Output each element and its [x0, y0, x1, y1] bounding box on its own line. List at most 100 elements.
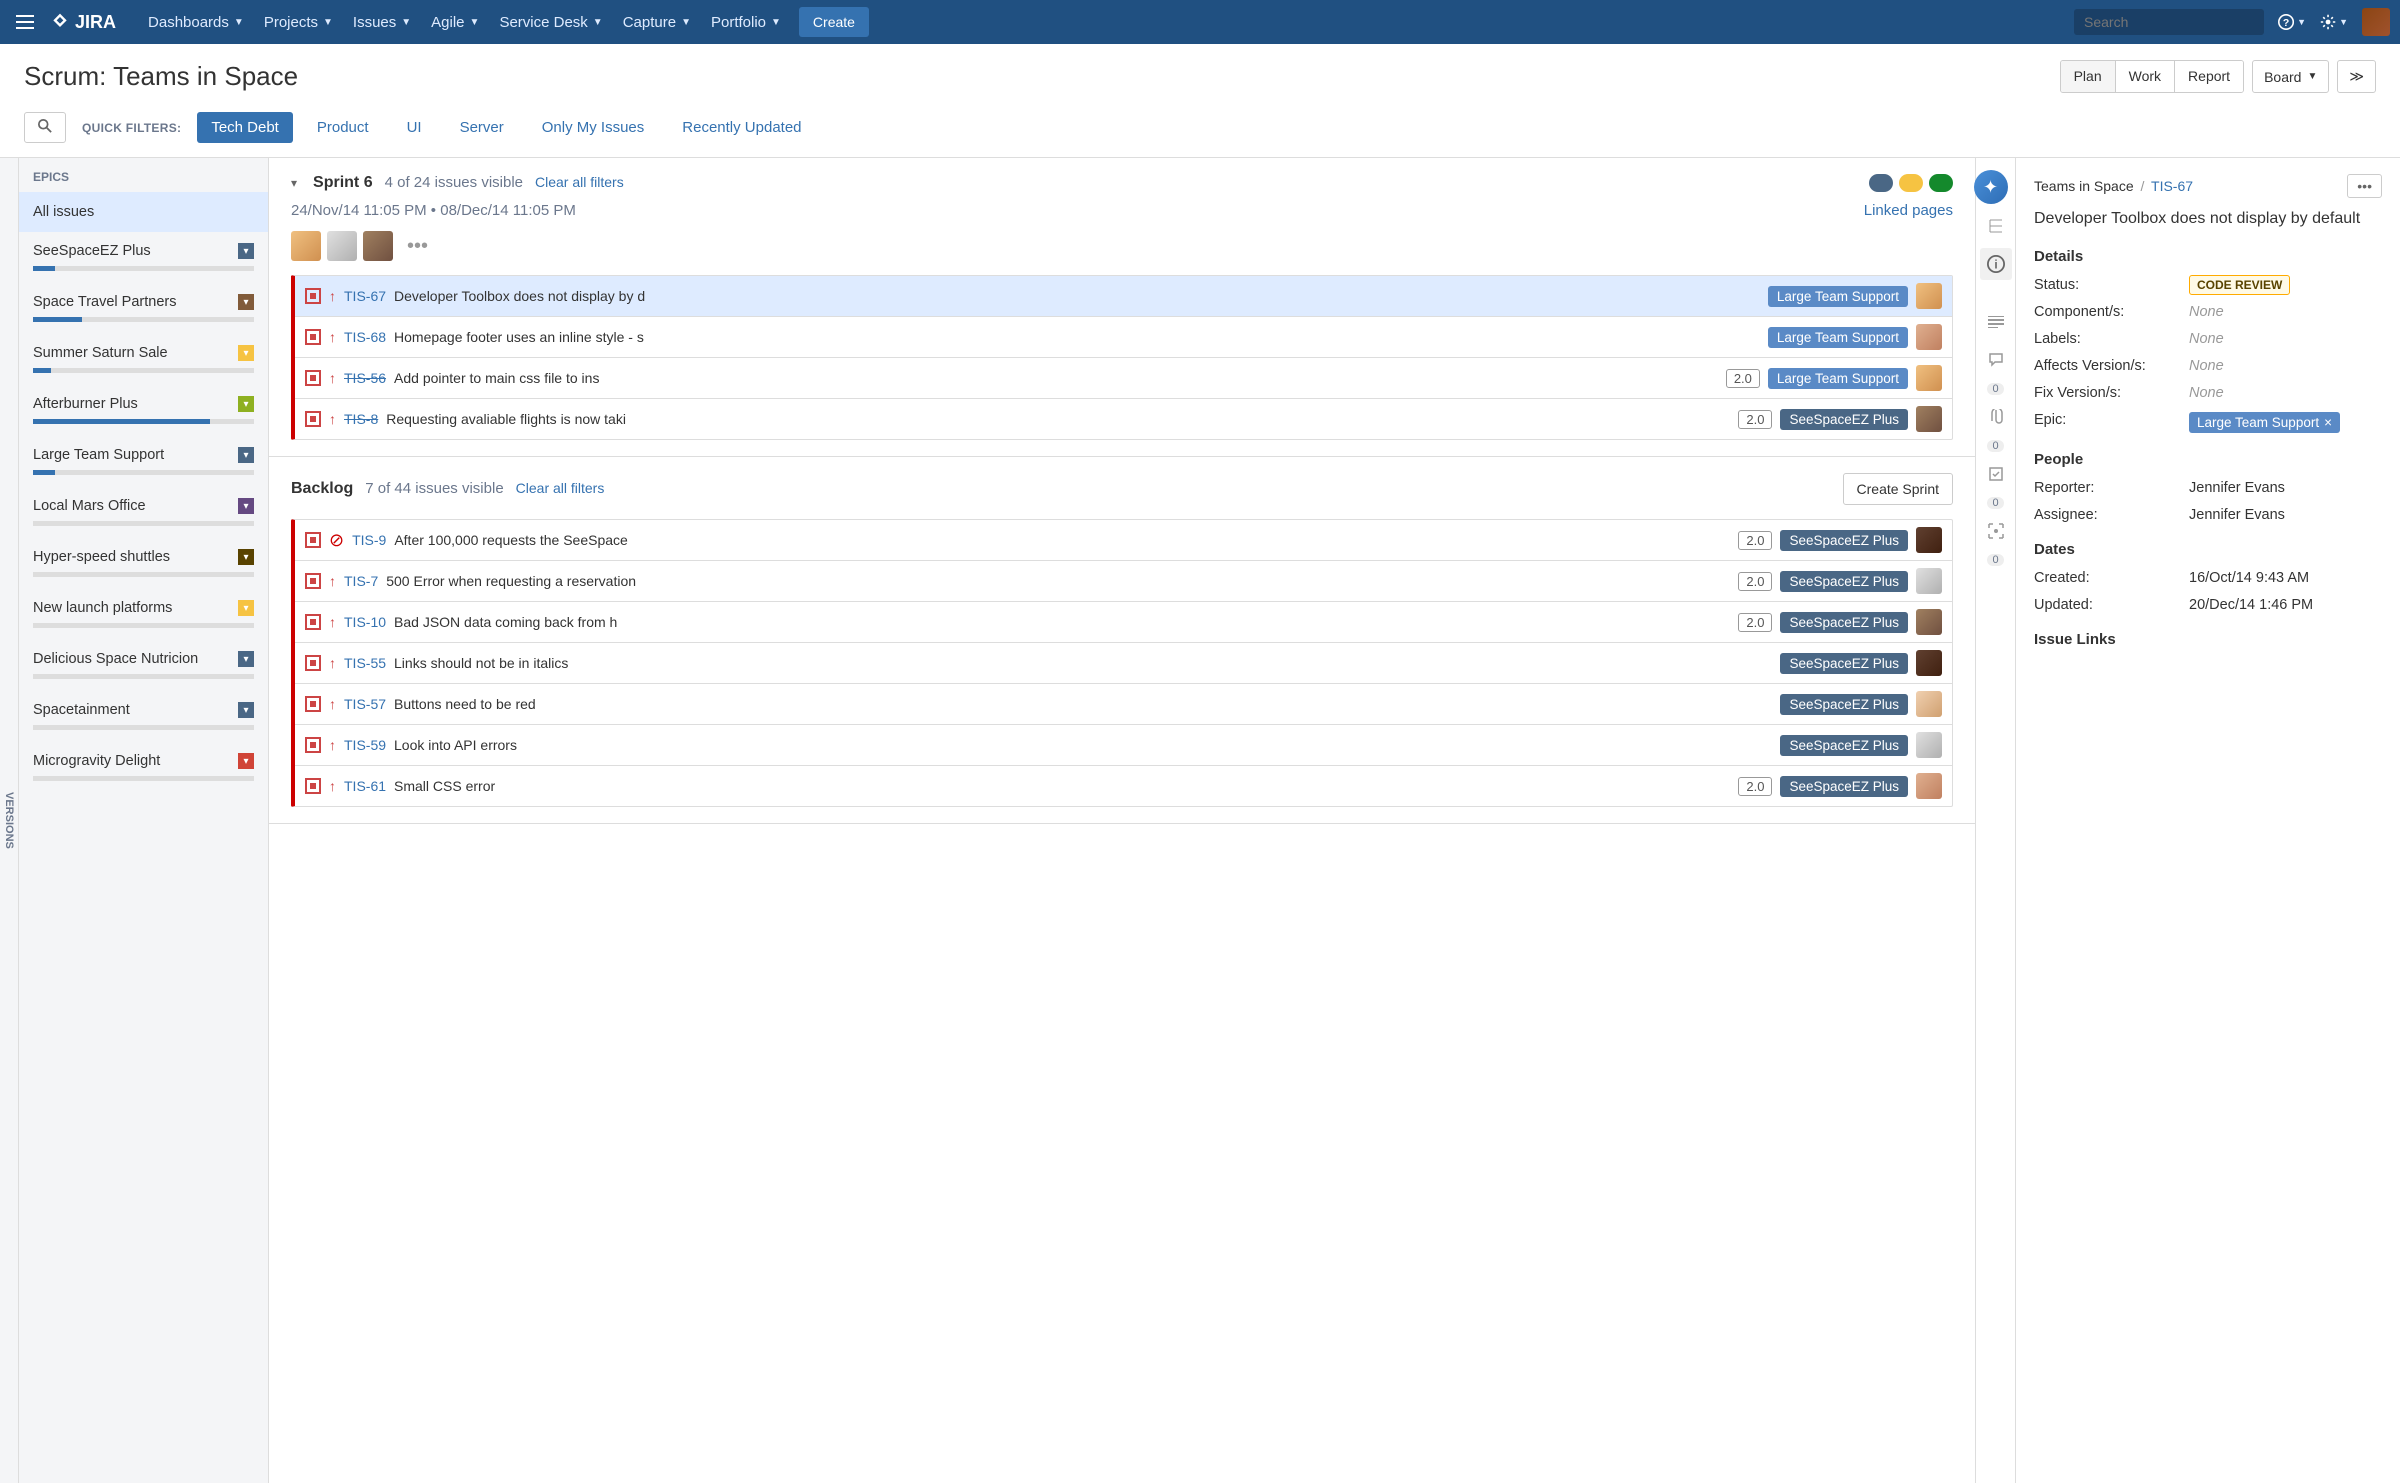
issue-key[interactable]: TIS-8 — [344, 411, 378, 427]
nav-item[interactable]: Agile▼ — [421, 4, 489, 41]
report-tab[interactable]: Report — [2175, 61, 2243, 92]
epic-item[interactable]: Local Mars Office▾ — [19, 487, 268, 538]
issue-row[interactable]: ↑TIS-57Buttons need to be redSeeSpaceEZ … — [295, 684, 1952, 725]
epic-item[interactable]: Large Team Support▾ — [19, 436, 268, 487]
nav-item[interactable]: Service Desk▼ — [489, 4, 612, 41]
assignee-avatar[interactable] — [1916, 527, 1942, 553]
more-icon[interactable]: ••• — [407, 235, 428, 258]
epic-color-icon[interactable]: ▾ — [238, 549, 254, 565]
issue-key[interactable]: TIS-57 — [344, 696, 386, 712]
rail-activity-icon[interactable] — [1980, 210, 2012, 242]
assignee-avatar[interactable] — [1916, 406, 1942, 432]
assignee-avatar[interactable] — [1916, 609, 1942, 635]
issue-key[interactable]: TIS-59 — [344, 737, 386, 753]
components-value[interactable]: None — [2189, 304, 2382, 320]
epic-badge[interactable]: SeeSpaceEZ Plus — [1780, 653, 1908, 674]
nav-item[interactable]: Issues▼ — [343, 4, 421, 41]
remove-epic-icon[interactable]: × — [2324, 415, 2332, 430]
epic-item[interactable]: Summer Saturn Sale▾ — [19, 334, 268, 385]
epic-badge[interactable]: Large Team Support — [1768, 327, 1908, 348]
epic-badge[interactable]: Large Team Support — [1768, 286, 1908, 307]
issue-row[interactable]: ↑TIS-55Links should not be in italicsSee… — [295, 643, 1952, 684]
assignee-value[interactable]: Jennifer Evans — [2189, 507, 2382, 523]
status-dot[interactable] — [1929, 174, 1953, 192]
epic-badge[interactable]: SeeSpaceEZ Plus — [1780, 776, 1908, 797]
assignee-avatar[interactable] — [1916, 691, 1942, 717]
rail-attachments-icon[interactable] — [1980, 401, 2012, 433]
reporter-value[interactable]: Jennifer Evans — [2189, 480, 2382, 496]
filter-chip[interactable]: Tech Debt — [197, 112, 293, 143]
create-sprint-button[interactable]: Create Sprint — [1843, 473, 1953, 505]
fix-value[interactable]: None — [2189, 385, 2382, 401]
rail-worklog-icon[interactable] — [1980, 458, 2012, 490]
hamburger-icon[interactable] — [10, 7, 40, 37]
breadcrumb-key[interactable]: TIS-67 — [2151, 178, 2193, 194]
assignee-avatar[interactable] — [1916, 773, 1942, 799]
issue-row[interactable]: ↑TIS-10Bad JSON data coming back from h2… — [295, 602, 1952, 643]
labels-value[interactable]: None — [2189, 331, 2382, 347]
epic-color-icon[interactable]: ▾ — [238, 753, 254, 769]
nav-item[interactable]: Portfolio▼ — [701, 4, 791, 41]
epic-item[interactable]: Space Travel Partners▾ — [19, 283, 268, 334]
assignee-avatar[interactable] — [1916, 283, 1942, 309]
global-search[interactable] — [2074, 9, 2264, 35]
issue-key[interactable]: TIS-56 — [344, 370, 386, 386]
plan-tab[interactable]: Plan — [2061, 61, 2116, 92]
backlog-clear-filters[interactable]: Clear all filters — [516, 480, 605, 496]
status-dot[interactable] — [1869, 174, 1893, 192]
filter-chip[interactable]: UI — [393, 112, 436, 143]
settings-icon[interactable]: ▼ — [2320, 8, 2348, 36]
user-avatar[interactable] — [2362, 8, 2390, 36]
filter-chip[interactable]: Product — [303, 112, 383, 143]
issue-actions-icon[interactable]: ••• — [2347, 174, 2382, 198]
epic-item[interactable]: SeeSpaceEZ Plus▾ — [19, 232, 268, 283]
epic-color-icon[interactable]: ▾ — [238, 702, 254, 718]
epic-link[interactable]: Large Team Support× — [2189, 412, 2340, 433]
assignee-avatar[interactable] — [1916, 324, 1942, 350]
versions-tab[interactable]: VERSIONS — [0, 158, 19, 1483]
board-dropdown[interactable]: Board▼ — [2252, 60, 2329, 93]
filter-chip[interactable]: Recently Updated — [668, 112, 815, 143]
nav-item[interactable]: Dashboards▼ — [138, 4, 254, 41]
epic-item[interactable]: Spacetainment▾ — [19, 691, 268, 742]
issue-row[interactable]: ↑TIS-8Requesting avaliable flights is no… — [295, 399, 1952, 439]
filter-chip[interactable]: Only My Issues — [528, 112, 659, 143]
epic-badge[interactable]: SeeSpaceEZ Plus — [1780, 694, 1908, 715]
rail-comments-icon[interactable] — [1980, 344, 2012, 376]
nav-item[interactable]: Capture▼ — [613, 4, 701, 41]
epic-color-icon[interactable]: ▾ — [238, 447, 254, 463]
rail-capture-icon[interactable] — [1980, 515, 2012, 547]
assignee-avatar[interactable] — [1916, 732, 1942, 758]
epic-badge[interactable]: SeeSpaceEZ Plus — [1780, 571, 1908, 592]
linked-pages[interactable]: Linked pages — [1864, 202, 1953, 219]
issue-row[interactable]: ⊘TIS-9After 100,000 requests the SeeSpac… — [295, 520, 1952, 561]
issue-key[interactable]: TIS-68 — [344, 329, 386, 345]
issue-row[interactable]: ↑TIS-7500 Error when requesting a reserv… — [295, 561, 1952, 602]
assignee-avatar[interactable] — [1916, 650, 1942, 676]
status-badge[interactable]: CODE REVIEW — [2189, 275, 2290, 295]
work-tab[interactable]: Work — [2116, 61, 2175, 92]
rail-details-icon[interactable]: i — [1980, 248, 2012, 280]
issue-key[interactable]: TIS-7 — [344, 573, 378, 589]
sprint-collapse-icon[interactable]: ▾ — [291, 176, 297, 190]
affects-value[interactable]: None — [2189, 358, 2382, 374]
epic-color-icon[interactable]: ▾ — [238, 396, 254, 412]
epic-item[interactable]: Delicious Space Nutricion▾ — [19, 640, 268, 691]
epic-item[interactable]: Afterburner Plus▾ — [19, 385, 268, 436]
issue-key[interactable]: TIS-55 — [344, 655, 386, 671]
nav-item[interactable]: Projects▼ — [254, 4, 343, 41]
search-input[interactable] — [2084, 14, 2265, 30]
assignee-avatar[interactable] — [363, 231, 393, 261]
issue-row[interactable]: ↑TIS-59Look into API errorsSeeSpaceEZ Pl… — [295, 725, 1952, 766]
status-dot[interactable] — [1899, 174, 1923, 192]
epic-color-icon[interactable]: ▾ — [238, 243, 254, 259]
issue-key[interactable]: TIS-61 — [344, 778, 386, 794]
assignee-avatar[interactable] — [1916, 568, 1942, 594]
issue-key[interactable]: TIS-67 — [344, 288, 386, 304]
breadcrumb-project[interactable]: Teams in Space — [2034, 178, 2134, 194]
epic-color-icon[interactable]: ▾ — [238, 651, 254, 667]
filter-search-icon[interactable] — [24, 112, 66, 143]
issue-row[interactable]: ↑TIS-56Add pointer to main css file to i… — [295, 358, 1952, 399]
issue-row[interactable]: ↑TIS-61Small CSS error2.0SeeSpaceEZ Plus — [295, 766, 1952, 806]
epic-badge[interactable]: SeeSpaceEZ Plus — [1780, 735, 1908, 756]
